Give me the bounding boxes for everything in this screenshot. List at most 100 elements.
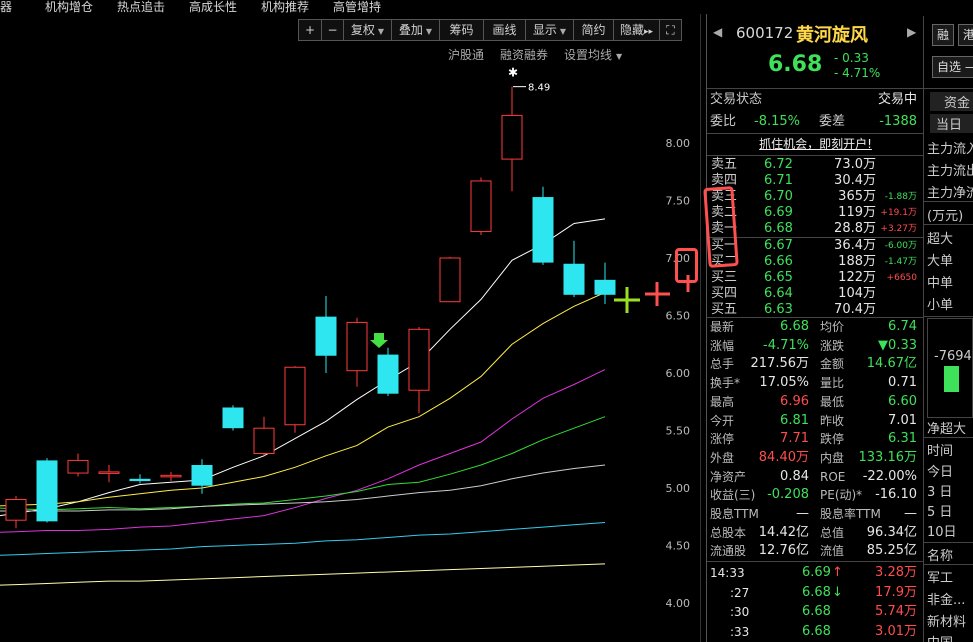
level-delta: +19.1万	[880, 208, 917, 218]
nav-item-jigouzengcang[interactable]: 机构增仓	[45, 0, 93, 15]
jianyue-button[interactable]: 简约	[574, 19, 614, 41]
stat-value: 7.01	[888, 412, 917, 428]
stat-label: 净资产	[710, 469, 747, 484]
ask-row[interactable]: 卖二 6.69 119万 +19.1万	[710, 205, 921, 221]
tick-price: 6.68	[802, 623, 831, 639]
high-price-label: 8.49	[528, 83, 550, 94]
level-volume: 30.4万	[834, 173, 876, 188]
next-stock-icon[interactable]: ▶	[907, 25, 916, 39]
stat-value: 17.05%	[759, 375, 809, 391]
divider	[924, 224, 973, 225]
bid-row[interactable]: 买五 6.63 70.4万	[710, 302, 921, 318]
price-change: - 0.33 - 4.71%	[834, 51, 881, 80]
sector-item[interactable]: 新材料	[927, 611, 966, 630]
level-delta: +3.27万	[880, 224, 917, 234]
tab-dangri[interactable]: 当日	[930, 114, 973, 133]
sector-item[interactable]: 中国...	[927, 632, 965, 642]
top-nav: 器 机构增仓 热点追击 高成长性 机构推荐 高管增持	[0, 0, 973, 16]
kline-chart[interactable]: 8.00 7.50 7.00 6.50 6.00 5.50 5.00 4.50 4.00 ✱ 8.4…	[0, 60, 700, 642]
candle-body	[470, 180, 492, 233]
nav-item-0[interactable]: 器	[0, 0, 12, 15]
tab-zijin[interactable]: 资金	[930, 92, 973, 111]
stat-value: 7.71	[780, 431, 809, 447]
yincang-button[interactable]: 隐藏▸▸	[614, 19, 660, 41]
trade-status-row: 交易状态 交易中	[710, 92, 917, 107]
bid-row[interactable]: 买二 6.66 188万 -1.47万	[710, 254, 921, 270]
stat-value: 6.74	[888, 319, 917, 334]
period-today[interactable]: 今日	[927, 461, 953, 480]
period-5d[interactable]: 5 日	[927, 501, 952, 520]
price-tick-label: 6.00	[666, 367, 691, 380]
zoom-out-button[interactable]: −	[322, 19, 344, 41]
fund-label-main-net: 主力净流	[927, 186, 973, 201]
chart-toolbar: + − 复权 ▼ 叠加 ▼ 筹码 画线 显示 ▼ 简约 隐藏▸▸ ⛶	[298, 19, 682, 41]
stat-value: 6.60	[888, 393, 917, 409]
bid-row[interactable]: 买三 6.65 122万 +6650	[710, 270, 921, 286]
divider	[924, 564, 973, 565]
diejia-dropdown[interactable]: 叠加 ▼	[392, 19, 440, 41]
ask-row[interactable]: 卖一 6.68 28.8万 +3.27万	[710, 221, 921, 237]
period-3d[interactable]: 3 日	[927, 481, 952, 500]
ask-row[interactable]: 卖五 6.72 73.0万	[710, 157, 921, 173]
stat-label: 涨跌	[820, 338, 845, 353]
stat-row: 股息TTM — 股息率TTM —	[710, 505, 921, 523]
level-delta: -6.00万	[884, 241, 917, 251]
stat-label: 外盘	[710, 450, 735, 465]
stat-row: 净资产 0.84 ROE -22.00%	[710, 468, 921, 486]
stat-value: 217.56万	[750, 356, 810, 372]
candle-body	[98, 471, 120, 474]
ask-row[interactable]: 卖四 6.71 30.4万	[710, 173, 921, 189]
fuquan-dropdown[interactable]: 复权 ▼	[344, 19, 392, 41]
stat-row: 今开 6.81 昨收 7.01	[710, 412, 921, 430]
prev-stock-icon[interactable]: ◀	[713, 25, 722, 39]
stat-label: 最高	[710, 394, 735, 409]
bid-row[interactable]: 买一 6.67 36.4万 -6.00万	[710, 238, 921, 254]
zoom-in-button[interactable]: +	[298, 19, 322, 41]
stat-label: 总值	[820, 525, 845, 540]
candle-body	[439, 257, 461, 303]
stat-label: 流值	[820, 544, 845, 559]
sector-item[interactable]: 军工	[927, 567, 953, 586]
candle-body	[563, 263, 585, 295]
nav-item-gaochengzhang[interactable]: 高成长性	[189, 0, 237, 15]
xianshi-dropdown[interactable]: 显示 ▼	[526, 19, 574, 41]
fullscreen-icon[interactable]: ⛶	[660, 19, 682, 41]
huaxian-button[interactable]: 画线	[484, 19, 526, 41]
nav-item-gaoguanzengchi[interactable]: 高管增持	[333, 0, 381, 15]
stat-value: -4.71%	[763, 337, 809, 353]
candle-body	[253, 427, 275, 455]
stat-label: 最低	[820, 394, 845, 409]
level-price: 6.65	[764, 270, 793, 285]
fund-label-main-in: 主力流入	[927, 142, 973, 157]
price-tick-label: 5.50	[666, 425, 691, 438]
stat-label: 涨停	[710, 432, 735, 447]
stat-label: 昨收	[820, 413, 845, 428]
stat-label: 总手	[710, 357, 735, 372]
open-account-link[interactable]: 抓住机会，即刻开户!	[710, 134, 921, 154]
bid-row[interactable]: 买四 6.64 104万	[710, 286, 921, 302]
period-10d[interactable]: 10日	[927, 521, 957, 540]
stat-value: 0.71	[888, 375, 917, 391]
nav-item-redianzhuiji[interactable]: 热点追击	[117, 0, 165, 15]
stat-row: 收益(三) -0.208 PE(动)* -16.10	[710, 486, 921, 504]
tick-row: 14:33 6.69 ↑ 3.28万	[710, 563, 921, 583]
level-delta: -1.47万	[884, 257, 917, 267]
stat-value: 85.25亿	[866, 543, 917, 559]
chouma-button[interactable]: 筹码	[440, 19, 484, 41]
divider	[924, 88, 973, 89]
stat-row: 涨幅 -4.71% 涨跌 ▼0.33	[710, 337, 921, 355]
ma-line-6	[0, 563, 606, 586]
stock-name: 黄河旋风	[796, 25, 868, 46]
annotation-box	[675, 248, 698, 283]
level-delta: -1.88万	[884, 192, 917, 202]
annotation-box	[703, 186, 739, 268]
stat-label: 涨幅	[710, 338, 735, 353]
zixuan-button[interactable]: 自选 —	[932, 56, 973, 78]
ask-row[interactable]: 卖三 6.70 365万 -1.88万	[710, 189, 921, 205]
tick-arrow-icon: ↑	[832, 565, 843, 580]
sector-item[interactable]: 非金...	[927, 589, 965, 608]
rong-button[interactable]: 融	[932, 24, 955, 46]
gang-button[interactable]: 港	[958, 24, 973, 46]
level-delta: +6650	[886, 273, 917, 283]
nav-item-jigoutuijian[interactable]: 机构推荐	[261, 0, 309, 15]
